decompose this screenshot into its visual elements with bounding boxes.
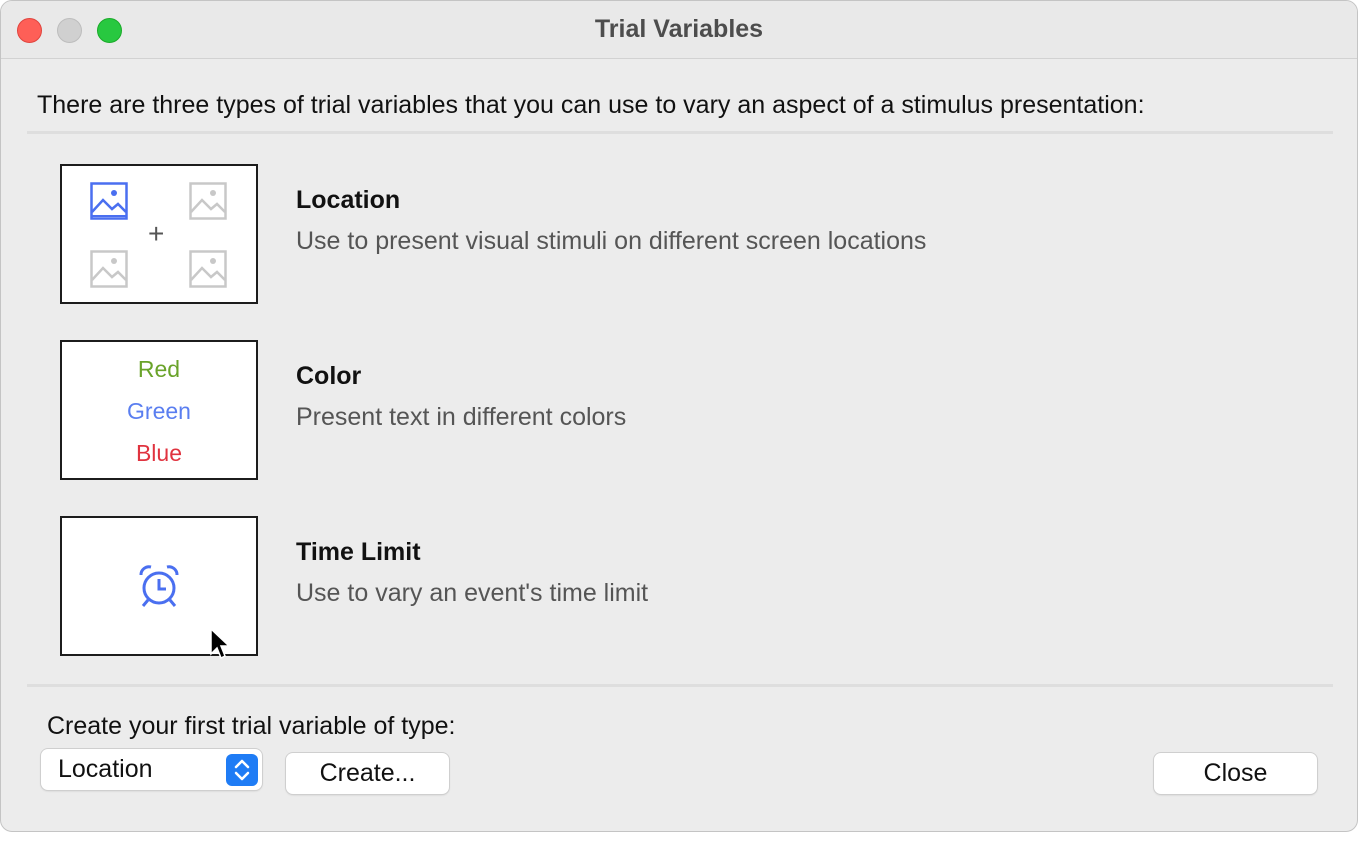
image-icon bbox=[90, 250, 128, 288]
option-location[interactable]: + Location Use to present visual stimuli… bbox=[60, 164, 1260, 304]
option-description: Use to vary an event's time limit bbox=[296, 579, 649, 607]
option-title: Location bbox=[296, 186, 401, 214]
fixation-cross-icon: + bbox=[148, 218, 165, 249]
time-limit-preview[interactable] bbox=[60, 516, 258, 660]
create-button[interactable]: Create... bbox=[286, 753, 449, 794]
trial-variables-window: Trial Variables There are three types of… bbox=[0, 0, 1358, 832]
create-label: Create your first trial variable of type… bbox=[47, 712, 456, 740]
divider-bottom bbox=[27, 684, 1333, 687]
option-color[interactable]: Red Green Blue Color Present text in dif… bbox=[60, 340, 1260, 480]
select-value: Location bbox=[58, 755, 153, 783]
image-icon bbox=[189, 182, 227, 220]
title-bar: Trial Variables bbox=[1, 1, 1357, 59]
divider-top bbox=[27, 131, 1333, 134]
option-title: Time Limit bbox=[296, 538, 421, 566]
window-title: Trial Variables bbox=[594, 15, 764, 43]
color-word-green: Green bbox=[127, 398, 191, 424]
intro-text: There are three types of trial variables… bbox=[37, 91, 1145, 119]
alarm-clock-icon bbox=[139, 565, 179, 607]
image-icon-active bbox=[90, 182, 128, 220]
color-word-red: Red bbox=[137, 356, 181, 382]
color-preview[interactable]: Red Green Blue bbox=[60, 340, 258, 480]
color-word-blue: Blue bbox=[135, 440, 183, 466]
image-icon bbox=[189, 250, 227, 288]
variable-type-select[interactable]: Location bbox=[41, 749, 262, 790]
option-title: Color bbox=[296, 362, 362, 390]
location-preview[interactable]: + bbox=[60, 164, 258, 304]
close-button[interactable]: Close bbox=[1154, 753, 1317, 794]
chevron-up-down-icon bbox=[226, 754, 258, 786]
option-description: Present text in different colors bbox=[296, 403, 627, 431]
option-description: Use to present visual stimuli on differe… bbox=[296, 227, 927, 255]
option-time-limit[interactable]: Time Limit Use to vary an event's time l… bbox=[60, 516, 1260, 660]
mouse-pointer-icon bbox=[210, 628, 231, 660]
